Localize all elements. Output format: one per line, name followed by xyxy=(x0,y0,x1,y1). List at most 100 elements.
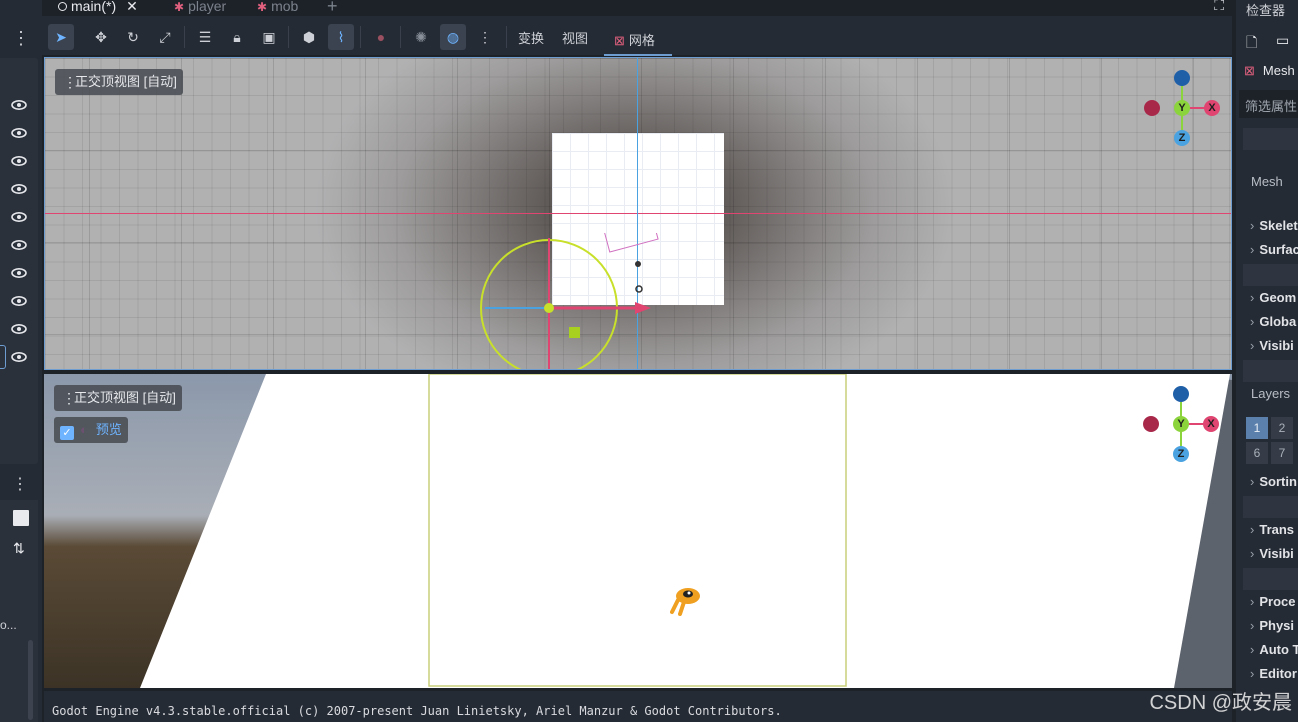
layer-cell[interactable]: 6 xyxy=(1246,442,1268,464)
layer-cell[interactable]: 2 xyxy=(1271,417,1293,439)
scale-mode-icon[interactable]: ⤢ xyxy=(152,24,178,50)
dock-menu-icon[interactable]: ⋮ xyxy=(12,474,28,494)
transform-menu[interactable]: 变换 xyxy=(518,28,544,47)
player-sprite-icon[interactable] xyxy=(670,586,704,616)
section-sorting[interactable]: › Sortin xyxy=(1250,474,1297,489)
tab-main[interactable]: main(*) ✕ xyxy=(58,0,138,16)
distraction-free-icon[interactable]: ⛶ xyxy=(1214,0,1224,14)
sort-icon[interactable]: ⇅ xyxy=(13,540,25,557)
camera-preview-icon[interactable]: ● xyxy=(368,24,394,50)
section-editor-description[interactable]: › Editor xyxy=(1250,666,1297,681)
layer-cell[interactable]: 1 xyxy=(1246,417,1268,439)
tab-player[interactable]: ✱ player xyxy=(174,0,226,16)
tab-label: player xyxy=(188,0,227,14)
scrollbar[interactable] xyxy=(28,640,33,720)
toggle-view-icon[interactable] xyxy=(13,510,29,526)
section-geometry[interactable]: › Geom xyxy=(1250,290,1296,305)
category-bar xyxy=(1243,568,1298,590)
snap-icon[interactable]: ⌇ xyxy=(328,24,354,50)
neg-y-axis-icon[interactable] xyxy=(1173,386,1189,402)
lock-icon[interactable]: 🔒︎ xyxy=(224,24,250,50)
tab-label: main(*) xyxy=(71,0,117,14)
scene-icon: ✱ xyxy=(257,0,268,14)
section-auto-translate[interactable]: › Auto T xyxy=(1250,642,1298,657)
transform-gizmo[interactable] xyxy=(465,233,695,370)
tab-mob[interactable]: ✱ mob xyxy=(257,0,298,16)
scene-icon: ✱ xyxy=(174,0,185,14)
scene-tree-panel xyxy=(0,58,38,464)
list-select-icon[interactable]: ☰ xyxy=(192,24,218,50)
x-axis-icon[interactable]: X xyxy=(1204,100,1220,116)
checkbox-icon[interactable]: ✓ xyxy=(60,426,74,440)
add-tab-button[interactable]: + xyxy=(327,0,338,16)
category-bar xyxy=(1243,360,1298,382)
viewport-label: 正交顶视图 [自动] xyxy=(75,74,177,89)
layer-cell[interactable]: 7 xyxy=(1271,442,1293,464)
section-global-illumination[interactable]: › Globa xyxy=(1250,314,1296,329)
section-skeleton[interactable]: › Skelet xyxy=(1250,218,1298,233)
move-mode-icon[interactable]: ✥ xyxy=(88,24,114,50)
y-axis-icon[interactable]: Y xyxy=(1173,416,1189,432)
tab-menu-icon[interactable]: ⋮ xyxy=(42,0,48,13)
console-line: Godot Engine v4.3.stable.official (c) 20… xyxy=(52,704,782,718)
visibility-eye-icon[interactable] xyxy=(11,184,27,194)
viewport-menu-button[interactable]: ⋮ 正交顶视图 [自动] xyxy=(54,385,182,411)
select-mode-icon[interactable]: ➤ xyxy=(48,24,74,50)
neg-y-axis-icon[interactable] xyxy=(1174,70,1190,86)
environment-icon[interactable]: ◍ xyxy=(440,24,466,50)
axis-gizmo[interactable]: Y X Z xyxy=(1141,68,1221,148)
y-axis-icon[interactable]: Y xyxy=(1174,100,1190,116)
section-visibility[interactable]: › Visibi xyxy=(1250,546,1294,561)
preview-toggle[interactable]: ✓ ◐ 预览 xyxy=(54,417,128,443)
sun-icon[interactable]: ✺ xyxy=(408,24,434,50)
visibility-eye-icon[interactable] xyxy=(11,240,27,250)
neg-x-axis-icon[interactable] xyxy=(1144,100,1160,116)
neg-x-axis-icon[interactable] xyxy=(1143,416,1159,432)
visibility-eye-icon[interactable] xyxy=(11,100,27,110)
file-item-label[interactable]: o... xyxy=(0,618,17,632)
x-axis-icon[interactable]: X xyxy=(1203,416,1219,432)
close-icon[interactable]: ✕ xyxy=(126,0,138,14)
viewport-menu-button[interactable]: ⋮ 正交顶视图 [自动] xyxy=(55,69,183,95)
axis-gizmo[interactable]: Y X Z xyxy=(1140,384,1220,464)
viewport-toolbar: ➤ ✥ ↻ ⤢ ☰ 🔒︎ ▣ ⬢ ⌇ ● ✺ ◍ ⋮ 变换 视图 ⊠ 网格 xyxy=(42,16,1232,56)
node-type-row[interactable]: ⊠ Mesh xyxy=(1244,63,1295,79)
viewport-bottom[interactable]: ⋮ 正交顶视图 [自动] ✓ ◐ 预览 Y X Z xyxy=(44,374,1232,688)
filter-placeholder: 筛选属性 xyxy=(1245,99,1298,114)
viewport-top[interactable]: ⋮ 正交顶视图 [自动] Y X Z xyxy=(44,57,1232,370)
section-process[interactable]: › Proce xyxy=(1250,594,1295,609)
selected-row-marker xyxy=(0,345,6,369)
node-type-label: Mesh xyxy=(1262,63,1295,78)
grid-menu-label: 网格 xyxy=(628,33,655,48)
visibility-eye-icon[interactable] xyxy=(11,128,27,138)
visibility-eye-icon[interactable] xyxy=(11,296,27,306)
visibility-eye-icon[interactable] xyxy=(11,268,27,278)
camera-preview-render xyxy=(44,374,1232,688)
mesh-icon: ⊠ xyxy=(614,33,625,48)
local-space-icon[interactable]: ⬢ xyxy=(296,24,322,50)
section-physics-interpolation[interactable]: › Physi xyxy=(1250,618,1294,633)
visibility-eye-icon[interactable] xyxy=(11,324,27,334)
camera-icon: ◐ xyxy=(80,422,88,437)
category-bar xyxy=(1243,496,1298,518)
more-options-icon[interactable]: ⋮ xyxy=(472,24,498,50)
visibility-eye-icon[interactable] xyxy=(11,156,27,166)
group-icon[interactable]: ▣ xyxy=(256,24,282,50)
dock-menu-icon[interactable]: ⋮ xyxy=(12,28,30,49)
new-resource-icon[interactable]: 🗋 xyxy=(1246,32,1257,56)
section-surface[interactable]: › Surfac xyxy=(1250,242,1298,257)
godot-editor: ⋮ ⋮ ⇅ o... ⋮ main(*)✕ ✱player ✱mob xyxy=(0,0,1298,722)
section-visibility-range[interactable]: › Visibi xyxy=(1250,338,1294,353)
rotate-mode-icon[interactable]: ↻ xyxy=(120,24,146,50)
view-menu[interactable]: 视图 xyxy=(562,28,588,47)
output-console[interactable]: Godot Engine v4.3.stable.official (c) 20… xyxy=(44,690,1232,722)
mesh-icon: ⊠ xyxy=(1244,63,1255,78)
grid-menu[interactable]: ⊠ 网格 xyxy=(604,21,672,56)
open-folder-icon[interactable]: ▭ xyxy=(1276,32,1289,49)
filter-field[interactable]: 筛选属性 xyxy=(1239,90,1298,118)
z-axis-icon[interactable]: Z xyxy=(1173,446,1189,462)
visibility-eye-icon[interactable] xyxy=(11,352,27,362)
z-axis-icon[interactable]: Z xyxy=(1174,130,1190,146)
visibility-eye-icon[interactable] xyxy=(11,212,27,222)
section-transform[interactable]: › Trans xyxy=(1250,522,1294,537)
